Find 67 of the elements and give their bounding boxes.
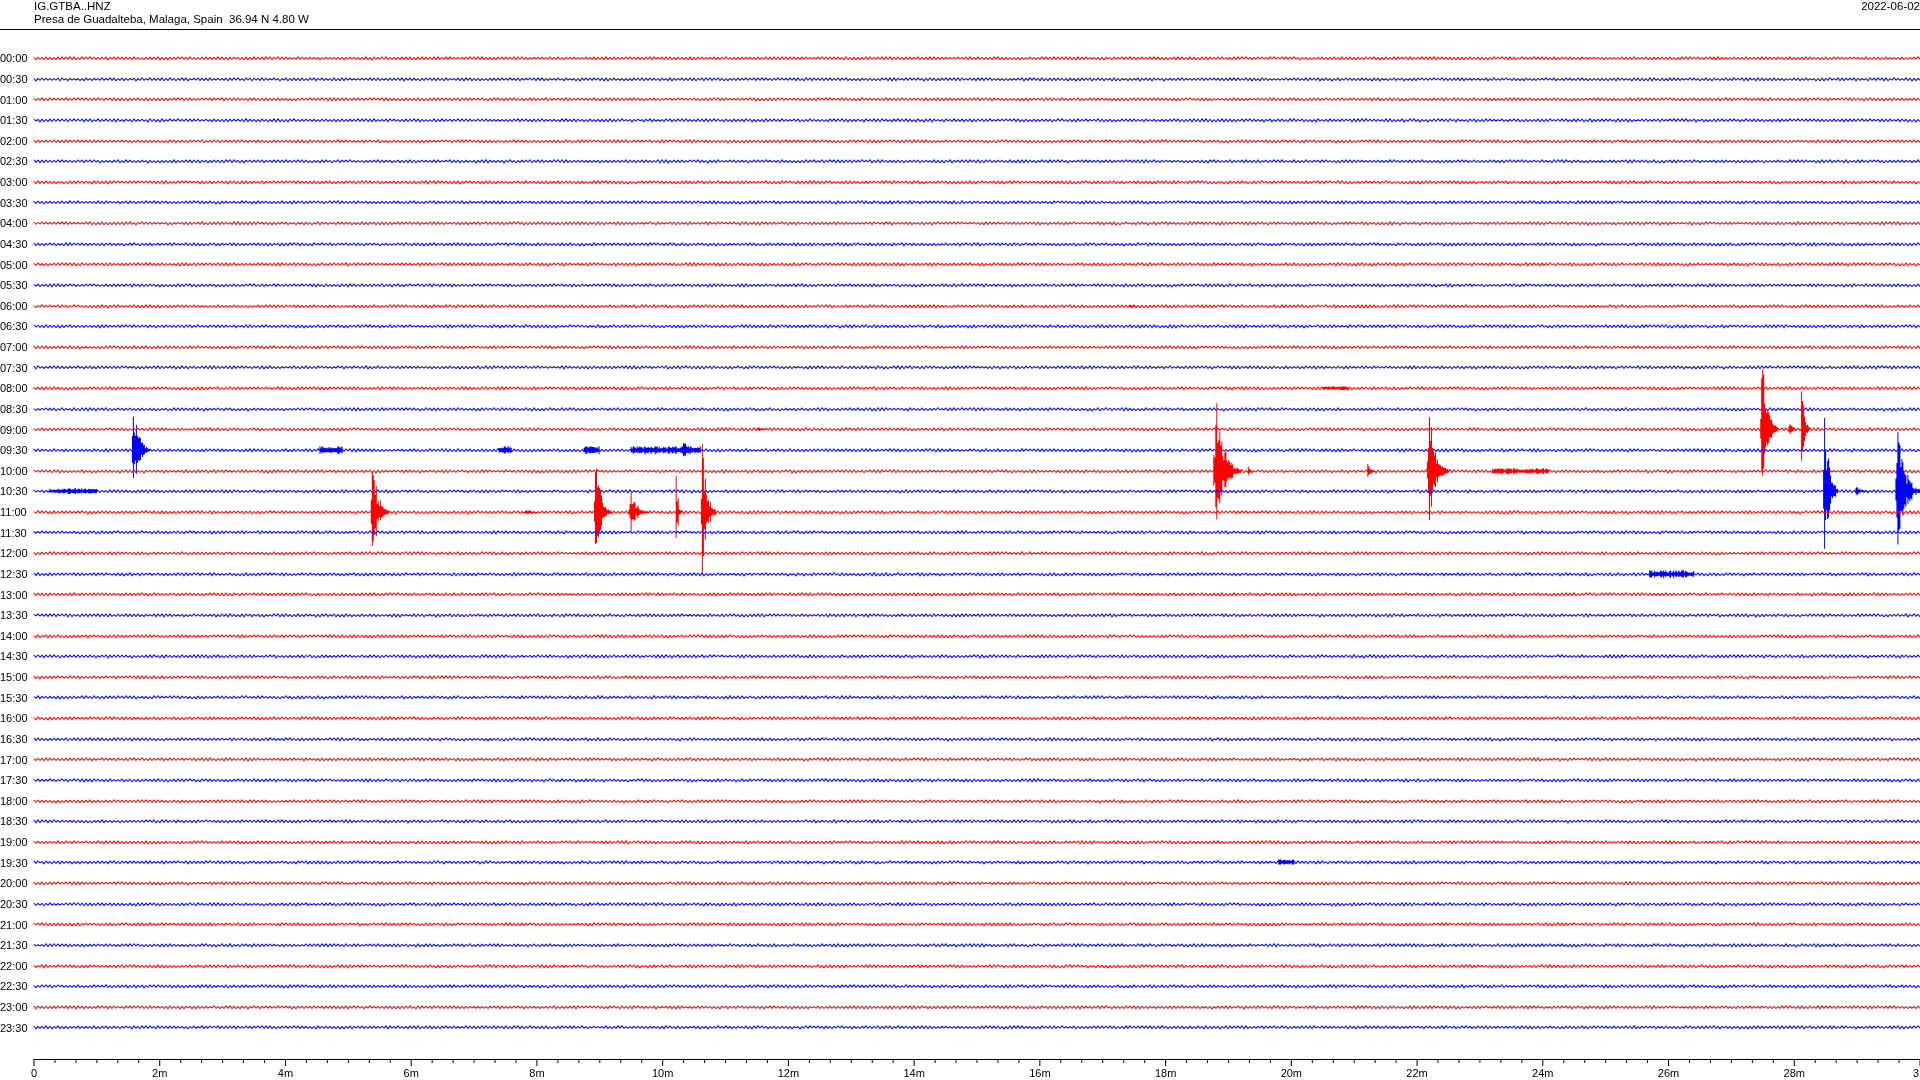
- time-label: 23:30: [0, 1021, 29, 1034]
- time-label: 14:00: [0, 629, 29, 642]
- time-label: 22:00: [0, 959, 29, 972]
- time-label: 03:00: [0, 176, 29, 189]
- time-label: 12:30: [0, 567, 29, 580]
- time-label: 02:00: [0, 134, 29, 147]
- time-label: 16:30: [0, 732, 29, 745]
- axis-tick-label: 0: [30, 1067, 38, 1079]
- time-label: 05:30: [0, 279, 29, 292]
- time-label: 04:30: [0, 237, 29, 250]
- time-label: 04:00: [0, 217, 29, 230]
- time-label: 19:00: [0, 836, 29, 849]
- axis-tick-label: 8m: [529, 1067, 545, 1079]
- axis-tick-label: 4m: [277, 1067, 294, 1079]
- time-label: 23:00: [0, 1001, 29, 1014]
- time-label: 06:30: [0, 320, 29, 333]
- time-label: 16:00: [0, 712, 29, 725]
- time-label: 11:30: [0, 526, 28, 539]
- time-label: 17:00: [0, 753, 29, 766]
- axis-tick-label: 6m: [403, 1067, 419, 1079]
- time-label: 20:00: [0, 877, 29, 890]
- time-label: 07:00: [0, 341, 29, 354]
- time-label: 01:00: [0, 93, 29, 106]
- axis-tick-label: 3: [1912, 1067, 1920, 1079]
- time-label: 07:30: [0, 361, 29, 374]
- axis-tick-label: 14m: [903, 1067, 925, 1079]
- time-label: 00:30: [0, 72, 29, 85]
- time-label: 01:30: [0, 114, 29, 127]
- time-label: 18:00: [0, 794, 29, 807]
- axis-tick-label: 24m: [1532, 1067, 1554, 1079]
- time-label: 11:00: [0, 506, 28, 519]
- time-label: 06:00: [0, 299, 29, 312]
- axis-tick-label: 28m: [1783, 1067, 1805, 1079]
- time-label: 15:30: [0, 691, 29, 704]
- axis-tick-label: 2m: [152, 1067, 168, 1079]
- axis-tick-label: 10m: [651, 1067, 674, 1079]
- station-location: Presa de Guadalteba, Malaga, Spain 36.94 N 4.80 W: [34, 13, 309, 26]
- time-label: 21:00: [0, 918, 29, 931]
- time-label: 18:30: [0, 815, 29, 828]
- time-label: 03:30: [0, 196, 29, 209]
- time-label: 20:30: [0, 897, 29, 910]
- time-label: 15:00: [0, 671, 29, 684]
- axis-tick-label: 26m: [1657, 1067, 1680, 1079]
- time-label: 13:00: [0, 588, 29, 601]
- time-label: 12:00: [0, 547, 29, 560]
- time-label: 19:30: [0, 856, 29, 869]
- time-label: 22:30: [0, 980, 29, 993]
- axis-tick-label: 20m: [1280, 1067, 1303, 1079]
- record-date: 2022-06-02: [1861, 0, 1920, 14]
- time-label: 00:00: [0, 52, 29, 65]
- time-label: 14:30: [0, 650, 29, 663]
- time-label: 09:00: [0, 423, 29, 436]
- time-label: 10:30: [0, 485, 29, 498]
- time-label: 08:00: [0, 382, 29, 395]
- time-label: 17:30: [0, 774, 29, 787]
- time-label: 09:30: [0, 444, 29, 457]
- time-label: 21:30: [0, 939, 29, 952]
- axis-tick-label: 16m: [1029, 1067, 1051, 1079]
- axis-tick-label: 12m: [777, 1067, 800, 1079]
- time-label: 13:30: [0, 609, 29, 622]
- time-label: 08:30: [0, 402, 29, 415]
- axis-tick-label: 22m: [1406, 1067, 1428, 1079]
- time-label: 02:30: [0, 155, 29, 168]
- axis-tick-label: 18m: [1154, 1067, 1177, 1079]
- time-label: 10:00: [0, 464, 29, 477]
- station-code: IG.GTBA..HNZ: [34, 0, 112, 13]
- time-label: 05:00: [0, 258, 29, 271]
